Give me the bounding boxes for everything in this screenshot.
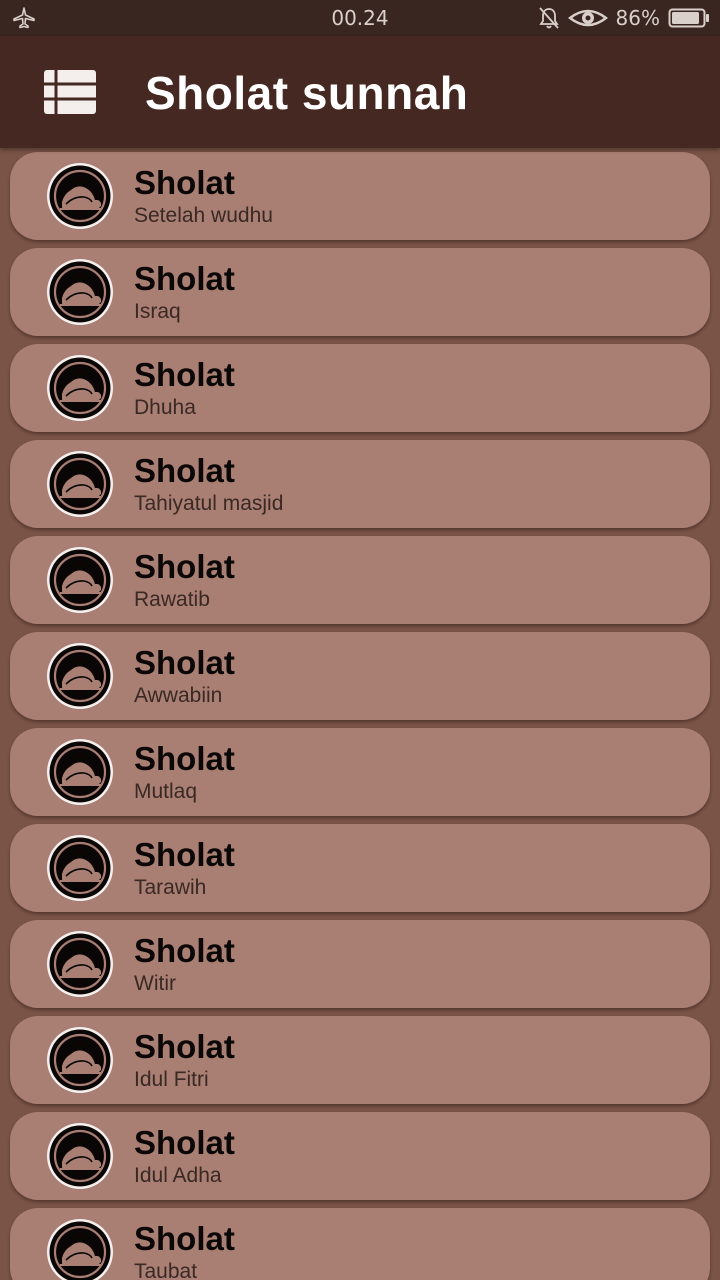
app-bar: Sholat sunnah bbox=[0, 36, 720, 148]
prayer-prostration-icon bbox=[46, 1122, 114, 1190]
list-item-subtitle: Idul Fitri bbox=[134, 1068, 209, 1091]
list-item-title: Sholat bbox=[134, 1124, 235, 1161]
list-item[interactable]: Sholat Tarawih bbox=[10, 824, 710, 912]
list-item-subtitle: Israq bbox=[134, 300, 181, 323]
list-item-title: Sholat bbox=[134, 836, 235, 873]
list-item[interactable]: Sholat Tahiyatul masjid bbox=[10, 440, 710, 528]
list-item-title: Sholat bbox=[134, 1220, 235, 1257]
status-bar: 00.24 86% bbox=[0, 0, 720, 36]
list-item-subtitle: Awwabiin bbox=[134, 684, 223, 707]
list-item-subtitle: Idul Adha bbox=[134, 1164, 222, 1187]
list-item-title: Sholat bbox=[134, 1028, 235, 1065]
list-item-title: Sholat bbox=[134, 260, 235, 297]
list-item[interactable]: Sholat Rawatib bbox=[10, 536, 710, 624]
list-item[interactable]: Sholat Setelah wudhu bbox=[10, 152, 710, 240]
prayer-prostration-icon bbox=[46, 930, 114, 998]
status-icons: 86% bbox=[538, 4, 710, 32]
prayer-prostration-icon bbox=[46, 258, 114, 326]
prayer-prostration-icon bbox=[46, 354, 114, 422]
list-item[interactable]: Sholat Awwabiin bbox=[10, 632, 710, 720]
prayer-prostration-icon bbox=[46, 1026, 114, 1094]
list-item-title: Sholat bbox=[134, 932, 235, 969]
prayer-prostration-icon bbox=[46, 162, 114, 230]
list-item-subtitle: Mutlaq bbox=[134, 780, 198, 803]
list-item[interactable]: Sholat Witir bbox=[10, 920, 710, 1008]
list-item-subtitle: Tarawih bbox=[134, 876, 207, 899]
list-item-title: Sholat bbox=[134, 548, 235, 585]
list-item-title: Sholat bbox=[134, 164, 235, 201]
list-item[interactable]: Sholat Idul Fitri bbox=[10, 1016, 710, 1104]
list-item-subtitle: Taubat bbox=[134, 1260, 198, 1280]
list-menu-icon[interactable] bbox=[38, 64, 102, 120]
bell-off-icon bbox=[538, 7, 559, 29]
prayer-prostration-icon bbox=[46, 738, 114, 806]
eye-icon bbox=[567, 9, 608, 27]
list-item-subtitle: Tahiyatul masjid bbox=[134, 492, 284, 515]
list-item-title: Sholat bbox=[134, 740, 235, 777]
list-item[interactable]: Sholat Dhuha bbox=[10, 344, 710, 432]
list-item-title: Sholat bbox=[134, 356, 235, 393]
list-item-title: Sholat bbox=[134, 644, 235, 681]
page-title: Sholat sunnah bbox=[145, 67, 469, 119]
list-item-subtitle: Setelah wudhu bbox=[134, 204, 273, 227]
battery-percent: 86% bbox=[615, 6, 660, 30]
list-item[interactable]: Sholat Mutlaq bbox=[10, 728, 710, 816]
prayer-prostration-icon bbox=[46, 642, 114, 710]
prayer-prostration-icon bbox=[46, 546, 114, 614]
list-item-subtitle: Witir bbox=[134, 972, 176, 995]
screen: 00.24 86% Sholat sunnah Sholat Setelah w… bbox=[0, 0, 720, 1280]
prayer-prostration-icon bbox=[46, 834, 114, 902]
list-item[interactable]: Sholat Taubat bbox=[10, 1208, 710, 1280]
list-item-title: Sholat bbox=[134, 452, 235, 489]
list-item-subtitle: Dhuha bbox=[134, 396, 196, 419]
list-item[interactable]: Sholat Israq bbox=[10, 248, 710, 336]
prayer-prostration-icon bbox=[46, 450, 114, 518]
list-item[interactable]: Sholat Idul Adha bbox=[10, 1112, 710, 1200]
prayer-prostration-icon bbox=[46, 1218, 114, 1280]
list-item-subtitle: Rawatib bbox=[134, 588, 210, 611]
battery-icon bbox=[668, 8, 709, 28]
